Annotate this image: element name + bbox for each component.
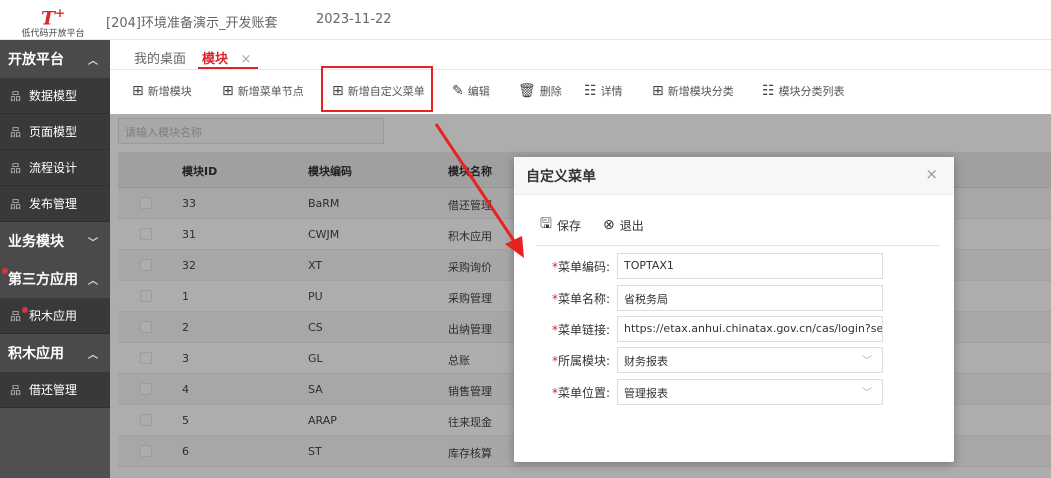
field-label: *菜单名称:: [551, 292, 610, 306]
module-icon: 品: [10, 309, 21, 323]
dialog-header: 自定义菜单 ×: [514, 157, 954, 195]
top-bar: T+ 低代码开放平台 [204]环境准备演示_开发账套 2023-11-22: [0, 0, 1051, 40]
sidebar-item-jimu-app[interactable]: 品 积木应用: [0, 298, 110, 334]
sidebar-group-label: 业务模块: [8, 234, 64, 250]
button-label: 新增菜单节点: [237, 85, 304, 98]
menu-name-field[interactable]: 省税务局: [617, 285, 883, 311]
module-icon: 品: [10, 197, 21, 211]
exit-icon: ⊗: [602, 217, 615, 233]
details-button[interactable]: ☷ 详情: [584, 83, 623, 99]
save-button[interactable]: 🖫 保存: [540, 213, 581, 237]
field-label: *所属模块:: [551, 354, 610, 368]
sidebar-group-jimu[interactable]: 积木应用 ︿: [0, 334, 110, 372]
logo-mark: T+: [40, 6, 66, 30]
position-select[interactable]: 管理报表 ﹀: [617, 379, 883, 405]
pencil-icon: ✎: [452, 83, 464, 99]
active-tab-indicator: [198, 67, 258, 69]
sidebar-group-open-platform[interactable]: 开放平台 ︿: [0, 40, 110, 78]
annotation-highlight-box: [321, 66, 433, 112]
module-select[interactable]: 财务报表 ﹀: [617, 347, 883, 373]
module-icon: 品: [10, 161, 21, 175]
edit-button[interactable]: ✎ 编辑: [452, 83, 490, 99]
sidebar-item-label: 发布管理: [29, 197, 78, 211]
dialog-title: 自定义菜单: [526, 169, 596, 185]
sidebar-item-label: 借还管理: [29, 383, 78, 397]
field-label: *菜单位置:: [551, 386, 610, 400]
sidebar-group-third-party[interactable]: 第三方应用 ︿: [0, 260, 110, 298]
divider: [536, 245, 940, 246]
tab-label: 模块: [202, 52, 229, 67]
add-icon: ⊞: [652, 83, 664, 99]
select-value: 管理报表: [624, 387, 668, 400]
button-label: 新增模块分类: [667, 85, 734, 98]
chevron-down-icon: ﹀: [88, 238, 98, 249]
field-label: *菜单链接:: [551, 323, 610, 337]
menu-code-field[interactable]: TOPTAX1: [617, 253, 883, 279]
chevron-up-icon: ︿: [88, 276, 98, 287]
sidebar-item-borrow-return[interactable]: 品 借还管理: [0, 372, 110, 408]
sidebar-item-label: 积木应用: [29, 309, 78, 323]
notification-dot: [22, 307, 28, 313]
tab-bar: 我的桌面 模块 ×: [110, 40, 1051, 70]
select-value: 财务报表: [624, 355, 668, 368]
category-list-button[interactable]: ☷ 模块分类列表: [762, 83, 845, 99]
exit-button[interactable]: ⊗ 退出: [603, 217, 644, 234]
module-icon: 品: [10, 383, 21, 397]
notification-dot: [2, 268, 8, 274]
save-icon: 🖫: [540, 216, 552, 232]
close-icon[interactable]: ×: [925, 165, 938, 183]
sidebar-item-publish[interactable]: 品 发布管理: [0, 186, 110, 222]
button-label: 保存: [556, 218, 581, 233]
add-category-button[interactable]: ⊞ 新增模块分类: [652, 83, 734, 99]
list-icon: ☷: [762, 83, 775, 99]
field-label: *菜单编码:: [551, 260, 610, 274]
button-label: 模块分类列表: [778, 85, 845, 98]
button-label: 详情: [600, 85, 623, 98]
sidebar-item-data-model[interactable]: 品 数据模型: [0, 78, 110, 114]
logo-subtitle: 低代码开放平台: [21, 29, 85, 40]
add-menu-node-button[interactable]: ⊞ 新增菜单节点: [222, 83, 304, 99]
module-icon: 品: [10, 125, 21, 139]
current-date: 2023-11-22: [316, 12, 392, 27]
environment-title: [204]环境准备演示_开发账套: [106, 16, 278, 31]
details-icon: ☷: [584, 83, 597, 99]
button-label: 删除: [539, 85, 562, 98]
sidebar-item-flow-design[interactable]: 品 流程设计: [0, 150, 110, 186]
sidebar-item-label: 数据模型: [29, 89, 78, 103]
sidebar-group-business[interactable]: 业务模块 ﹀: [0, 222, 110, 260]
sidebar-item-label: 页面模型: [29, 125, 78, 139]
trash-icon: 🗑: [518, 83, 536, 99]
menu-link-field[interactable]: https://etax.anhui.chinatax.gov.cn/cas/l…: [617, 316, 883, 342]
button-label: 新增模块: [147, 85, 192, 98]
add-icon: ⊞: [222, 83, 234, 99]
module-icon: 品: [10, 89, 21, 103]
button-label: 编辑: [467, 85, 490, 98]
app-root: T+ 低代码开放平台 [204]环境准备演示_开发账套 2023-11-22 开…: [0, 0, 1051, 478]
add-module-button[interactable]: ⊞ 新增模块: [132, 83, 192, 99]
chevron-up-icon: ︿: [88, 350, 98, 361]
sidebar-item-page-model[interactable]: 品 页面模型: [0, 114, 110, 150]
chevron-down-icon: ﹀: [862, 356, 872, 367]
sidebar-group-label: 积木应用: [8, 346, 64, 362]
tab-home[interactable]: 我的桌面: [134, 48, 186, 67]
sidebar-group-label: 第三方应用: [8, 272, 78, 288]
sidebar-item-label: 流程设计: [29, 161, 78, 175]
custom-menu-dialog: 自定义菜单 × 🖫 保存 ⊗ 退出 *菜单编码: TOPTAX1 *菜单名称: …: [514, 157, 954, 462]
dialog-actions: 🖫 保存 ⊗ 退出: [540, 215, 666, 235]
sidebar: 开放平台 ︿ 品 数据模型 品 页面模型 品 流程设计 品 发布管理 业务模块 …: [0, 40, 110, 478]
chevron-up-icon: ︿: [88, 56, 98, 67]
logo: T+ 低代码开放平台: [8, 3, 98, 40]
close-icon[interactable]: ×: [241, 52, 252, 67]
chevron-down-icon: ﹀: [862, 388, 872, 399]
tab-module[interactable]: 模块 ×: [202, 48, 251, 67]
delete-button[interactable]: 🗑 删除: [518, 83, 562, 99]
add-icon: ⊞: [132, 83, 144, 99]
sidebar-group-label: 开放平台: [8, 52, 64, 68]
button-label: 退出: [619, 218, 644, 233]
toolbar: ⊞ 新增模块 ⊞ 新增菜单节点 ⊞ 新增自定义菜单 ✎ 编辑 🗑 删除 ☷ 详情 ⊞ 新增模块…: [110, 70, 1051, 114]
